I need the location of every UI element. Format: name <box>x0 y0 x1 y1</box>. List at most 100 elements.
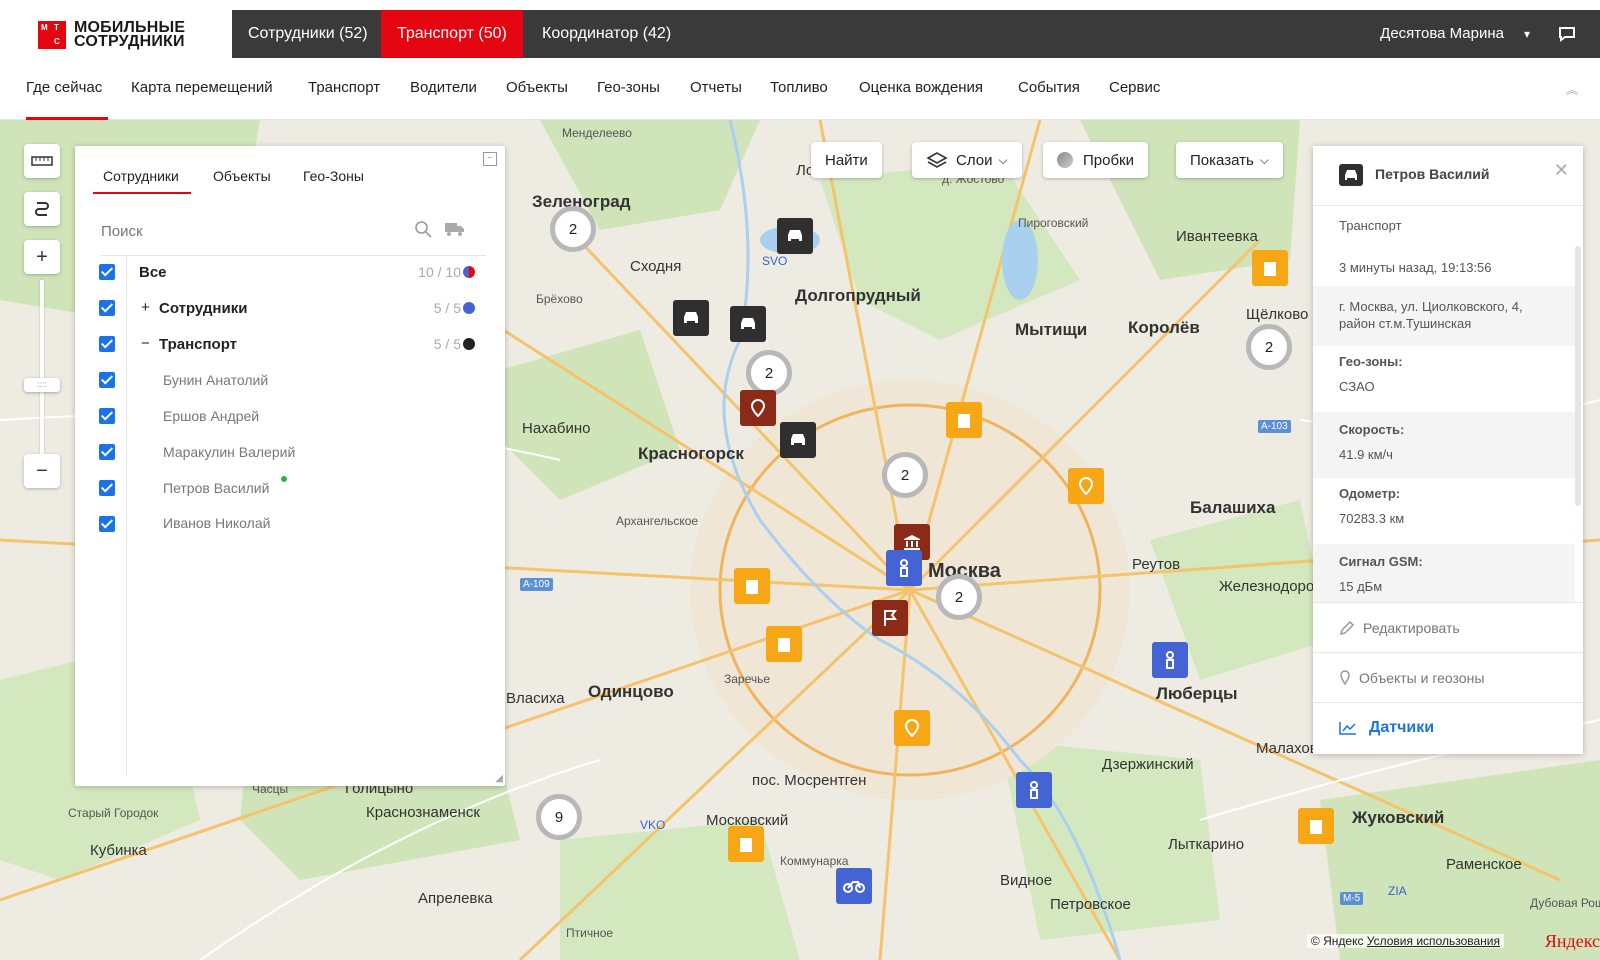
edit-button-label: Редактировать <box>1363 619 1460 636</box>
building-marker[interactable] <box>946 402 982 438</box>
nav-objects[interactable]: Объекты <box>506 79 568 96</box>
chevron-down-icon: ⌵ <box>998 152 1008 167</box>
show-button-label: Показать <box>1190 151 1254 169</box>
collapse-up-icon[interactable]: ︽ <box>1566 81 1578 98</box>
building-marker[interactable] <box>1252 250 1288 286</box>
building-marker[interactable] <box>734 568 770 604</box>
building-marker[interactable] <box>1298 808 1334 844</box>
nav-service[interactable]: Сервис <box>1109 79 1160 96</box>
car-marker[interactable] <box>777 218 813 254</box>
main-nav: Где сейчас Карта перемещений Транспорт В… <box>0 58 1600 120</box>
checkbox-all[interactable] <box>99 264 115 280</box>
chevron-down-icon[interactable]: ▾ <box>1524 10 1530 58</box>
list-item[interactable]: Иванов Николай <box>163 515 270 531</box>
nav-geozones[interactable]: Гео-зоны <box>597 79 660 96</box>
place-label: Старый Городок <box>68 806 159 820</box>
pin-marker[interactable] <box>740 390 776 426</box>
bank-icon <box>904 535 920 550</box>
building-marker[interactable] <box>766 626 802 662</box>
all-count: 10 / 10 <box>418 264 461 280</box>
find-button[interactable]: Найти <box>811 142 882 178</box>
checkbox-item[interactable] <box>99 408 115 424</box>
person-marker[interactable] <box>1152 642 1188 678</box>
car-marker[interactable] <box>673 300 709 336</box>
place-label: Балашиха <box>1190 498 1276 517</box>
pin-marker[interactable] <box>894 710 930 746</box>
nav-reports[interactable]: Отчеты <box>690 79 742 96</box>
collapse-icon[interactable]: − <box>141 335 150 352</box>
car-marker[interactable] <box>780 422 816 458</box>
copyright-text: © Яндекс <box>1310 934 1364 948</box>
user-menu[interactable]: Десятова Марина <box>1380 10 1504 58</box>
bicycle-marker[interactable] <box>836 868 872 904</box>
zoom-slider-track[interactable] <box>40 280 44 470</box>
zoom-in-icon[interactable]: + <box>24 240 60 274</box>
logo[interactable]: MTC МОБИЛЬНЫЕ СОТРУДНИКИ <box>38 18 228 52</box>
nav-events[interactable]: События <box>1018 79 1080 96</box>
ruler-icon[interactable] <box>24 144 60 178</box>
list-item[interactable]: Петров Василий <box>163 480 269 496</box>
checkbox-item[interactable] <box>99 372 115 388</box>
checkbox-item[interactable] <box>99 480 115 496</box>
person-marker[interactable] <box>1016 772 1052 808</box>
transport-color-dot <box>463 338 475 350</box>
car-marker[interactable] <box>730 306 766 342</box>
cluster-marker[interactable]: 2 <box>882 452 928 498</box>
nav-transport[interactable]: Транспорт <box>308 79 380 96</box>
terms-link[interactable]: Условия использования <box>1367 934 1500 948</box>
top-tab-coordinator[interactable]: Координатор (42) <box>526 10 687 58</box>
nav-driving-score[interactable]: Оценка вождения <box>859 79 983 96</box>
zoom-out-icon[interactable]: − <box>24 454 60 488</box>
show-button[interactable]: Показать ⌵ <box>1176 142 1283 178</box>
person-marker[interactable] <box>886 550 922 586</box>
minimize-icon[interactable]: − <box>483 152 497 166</box>
pin-marker[interactable] <box>1068 468 1104 504</box>
resize-handle-icon[interactable]: ◢ <box>495 773 503 784</box>
tab-geozones[interactable]: Гео-Зоны <box>303 168 364 184</box>
cluster-marker[interactable]: 2 <box>936 574 982 620</box>
list-item[interactable]: Ершов Андрей <box>163 408 259 424</box>
checkbox-transport[interactable] <box>99 336 115 352</box>
top-tab-employees[interactable]: Сотрудники (52) <box>232 10 384 58</box>
map-pin-icon <box>904 719 920 737</box>
list-item[interactable]: Бунин Анатолий <box>163 372 268 388</box>
objects-geozones-button[interactable]: Объекты и геозоны <box>1313 652 1583 702</box>
cluster-marker[interactable]: 2 <box>1246 324 1292 370</box>
top-tab-transport[interactable]: Транспорт (50) <box>381 10 523 58</box>
sensors-button[interactable]: Датчики <box>1313 702 1583 752</box>
expand-icon[interactable]: + <box>141 299 150 316</box>
checkbox-employees[interactable] <box>99 300 115 316</box>
details-header: Петров Василий ✕ <box>1313 146 1583 206</box>
route-icon[interactable] <box>24 192 60 226</box>
employees-color-dot <box>463 302 475 314</box>
details-scrollbar[interactable] <box>1575 246 1581 506</box>
nav-where-now[interactable]: Где сейчас <box>26 79 109 120</box>
building-marker[interactable] <box>728 826 764 862</box>
list-item[interactable]: Маракулин Валерий <box>163 444 295 460</box>
checkbox-item[interactable] <box>99 444 115 460</box>
speed-value: 41.9 км/ч <box>1339 447 1393 462</box>
truck-icon[interactable] <box>444 221 466 237</box>
tab-objects[interactable]: Объекты <box>213 168 271 184</box>
cluster-marker[interactable]: 9 <box>536 794 582 840</box>
flag-marker[interactable] <box>872 600 908 636</box>
zoom-slider-handle[interactable]: :::: <box>24 378 60 392</box>
traffic-button[interactable]: Пробки <box>1043 142 1148 178</box>
tab-employees[interactable]: Сотрудники <box>93 168 191 194</box>
pencil-icon <box>1339 620 1355 635</box>
place-label: Брёхово <box>536 292 583 306</box>
chat-icon[interactable] <box>1558 26 1576 42</box>
close-icon[interactable]: ✕ <box>1554 160 1569 181</box>
edit-button[interactable]: Редактировать <box>1313 602 1583 652</box>
search-icon[interactable] <box>414 220 432 238</box>
geozones-label: Гео-зоны: <box>1339 354 1403 369</box>
sensors-label: Датчики <box>1369 718 1435 736</box>
nav-movement-map[interactable]: Карта перемещений <box>131 79 273 96</box>
checkbox-item[interactable] <box>99 516 115 532</box>
cluster-marker[interactable]: 2 <box>550 206 596 252</box>
layers-button[interactable]: Слои ⌵ <box>912 142 1022 178</box>
nav-fuel[interactable]: Топливо <box>770 79 828 96</box>
search-input[interactable] <box>101 216 401 246</box>
place-label: Кубинка <box>90 842 147 859</box>
nav-drivers[interactable]: Водители <box>410 79 477 96</box>
